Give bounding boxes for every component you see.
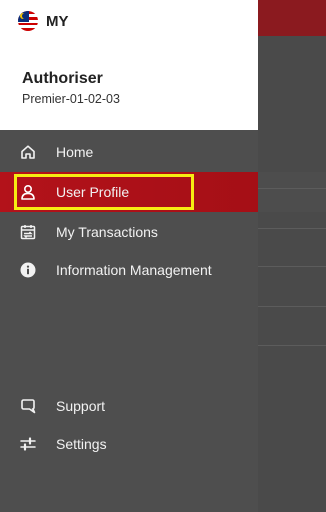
sliders-icon xyxy=(20,436,36,452)
background-divider xyxy=(258,266,326,267)
menu-item-support[interactable]: Support xyxy=(0,386,258,426)
home-icon xyxy=(20,144,36,160)
chat-bubble-icon xyxy=(20,398,36,414)
highlight-box xyxy=(14,174,194,210)
menu-item-settings[interactable]: Settings xyxy=(0,424,258,464)
drawer-header: MY Authoriser Premier-01-02-03 xyxy=(0,0,258,130)
menu-label-information-management: Information Management xyxy=(56,262,212,278)
info-icon xyxy=(20,262,36,278)
malaysia-flag-icon xyxy=(18,11,38,31)
background-divider xyxy=(258,345,326,346)
background-divider xyxy=(258,306,326,307)
menu-label-support: Support xyxy=(56,398,106,414)
menu-item-home[interactable]: Home xyxy=(0,132,258,172)
navigation-drawer: MY Authoriser Premier-01-02-03 Home User… xyxy=(0,0,258,512)
menu-label-home: Home xyxy=(56,144,94,160)
user-role: Authoriser xyxy=(22,70,103,87)
background-app-header xyxy=(258,0,326,36)
menu-item-information-management[interactable]: Information Management xyxy=(0,250,258,290)
menu-label-settings: Settings xyxy=(56,436,107,452)
country-code: MY xyxy=(46,12,69,30)
menu-item-my-transactions[interactable]: My Transactions xyxy=(0,212,258,252)
country-selector[interactable]: MY xyxy=(18,10,69,32)
menu-label-my-transactions: My Transactions xyxy=(56,224,158,240)
transactions-calendar-icon xyxy=(20,224,36,240)
background-row xyxy=(258,172,326,212)
user-id: Premier-01-02-03 xyxy=(22,92,120,106)
background-divider xyxy=(258,188,326,189)
background-divider xyxy=(258,228,326,229)
